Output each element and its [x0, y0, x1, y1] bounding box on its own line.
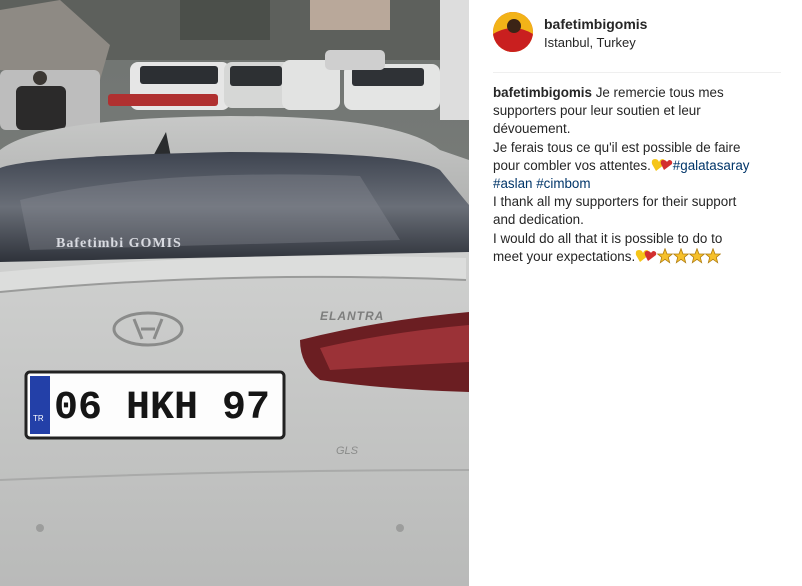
caption-author[interactable]: bafetimbigomis — [493, 85, 592, 100]
caption-line: pour combler vos attentes. — [493, 157, 651, 173]
post-caption: bafetimbigomis Je remercie tous mes supp… — [493, 84, 763, 266]
yellow-red-heart-icon — [635, 249, 657, 262]
post-side-panel: bafetimbigomis Istanbul, Turkey bafetimb… — [469, 0, 802, 586]
caption-line: Je ferais tous ce qu'il est possible de … — [493, 139, 741, 155]
model-badge: ELANTRA — [320, 309, 384, 323]
post-header: bafetimbigomis Istanbul, Turkey — [493, 12, 781, 73]
star-icon — [705, 247, 722, 264]
trim-badge: GLS — [336, 445, 359, 457]
star-icon — [689, 247, 706, 264]
caption-line: Je remercie tous mes — [595, 85, 724, 100]
windshield-sticker-text: Bafetimbi GOMIS — [56, 236, 182, 251]
star-icon — [657, 247, 674, 264]
caption-line: and dedication. — [493, 212, 584, 228]
car-photo: Bafetimbi GOMIS ELANTRA GLS TR 06 HKH 97 — [0, 0, 469, 586]
caption-line: meet your expectations. — [493, 248, 636, 264]
caption-line: I would do all that it is possible to do… — [493, 230, 723, 246]
hashtag-link[interactable]: #aslan — [493, 176, 532, 191]
yellow-red-heart-icon — [651, 158, 673, 171]
caption-line: I thank all my supporters for their supp… — [493, 194, 737, 210]
caption-line: supporters pour leur soutien et leur — [493, 103, 701, 119]
star-icon — [673, 247, 690, 264]
caption-line: dévouement. — [493, 121, 571, 137]
hashtag-link[interactable]: #galatasaray — [673, 158, 750, 173]
post-location[interactable]: Istanbul, Turkey — [544, 35, 636, 50]
plate-country: TR — [33, 414, 44, 423]
hashtag-link[interactable]: #cimbom — [536, 176, 590, 191]
avatar[interactable] — [493, 12, 533, 52]
plate-number: 06 HKH 97 — [54, 386, 270, 431]
post-photo[interactable]: Bafetimbi GOMIS ELANTRA GLS TR 06 HKH 97 — [0, 0, 469, 586]
author-username[interactable]: bafetimbigomis — [544, 16, 647, 32]
